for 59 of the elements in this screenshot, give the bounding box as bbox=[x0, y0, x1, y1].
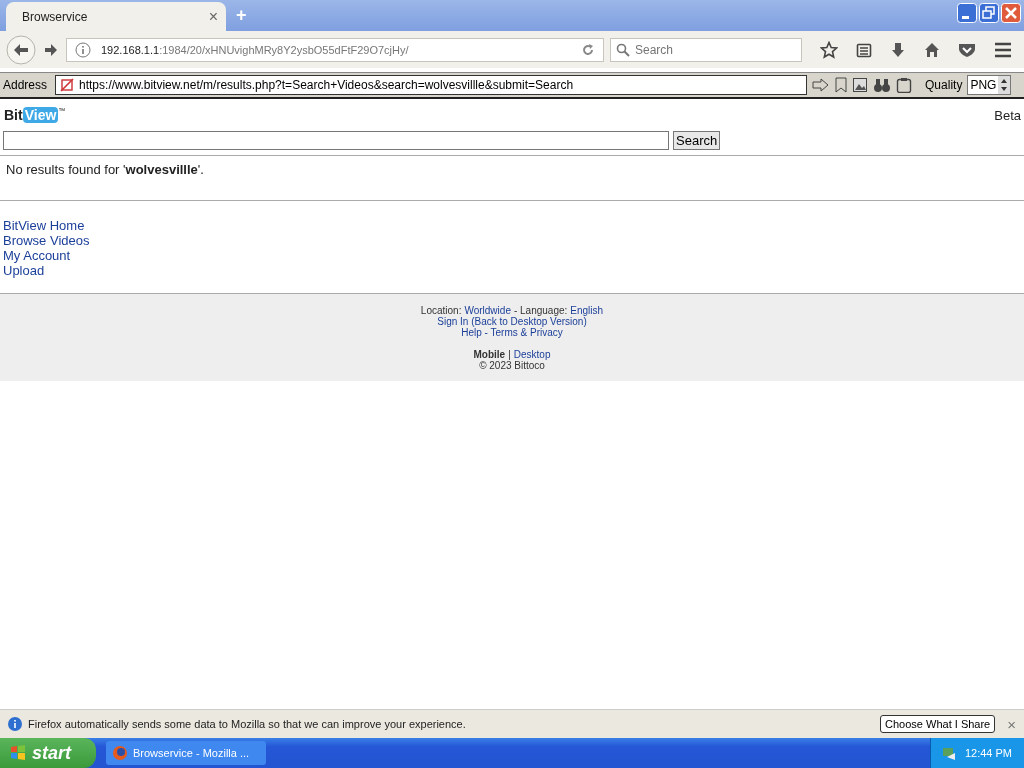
clipboard-icon[interactable] bbox=[896, 77, 913, 93]
restore-icon[interactable] bbox=[979, 3, 999, 23]
firefox-icon bbox=[112, 745, 128, 761]
footer-link[interactable]: Desktop bbox=[513, 349, 551, 360]
search-icon bbox=[616, 42, 630, 57]
star-icon[interactable] bbox=[820, 40, 838, 59]
shield-icon[interactable] bbox=[958, 41, 976, 58]
reload-icon[interactable] bbox=[581, 42, 595, 57]
footer-link[interactable]: Worldwide bbox=[464, 305, 511, 316]
no-results-message: No results found for 'wolvesvillle'. bbox=[6, 162, 204, 177]
url-host: 192.168.1.1 bbox=[101, 43, 160, 56]
network-icon[interactable] bbox=[940, 745, 957, 761]
url-path: :1984/20/xHNUvighMRy8Y2ysbO55dFtF29O7cjHy/ bbox=[159, 43, 409, 56]
broken-lock-icon bbox=[60, 78, 75, 92]
info-icon[interactable] bbox=[75, 41, 91, 58]
search-input[interactable] bbox=[3, 131, 669, 150]
notification-text: Firefox automatically sends some data to Mozilla so that we can improve your experience. bbox=[28, 718, 467, 730]
footer-text: © 2023 Bittoco bbox=[479, 360, 545, 371]
footer-link[interactable]: Help - Terms & Privacy bbox=[461, 327, 563, 338]
arrow-right-icon[interactable] bbox=[812, 78, 831, 92]
browser-tab[interactable]: Browservice × bbox=[6, 2, 226, 31]
footer-text: | bbox=[508, 349, 511, 360]
footer-text: Location: bbox=[420, 305, 462, 316]
taskbar-item[interactable]: Browservice - Mozilla ... bbox=[106, 741, 266, 765]
address-text: https://www.bitview.net/m/results.php?t=Search+Videos&search=wolvesvillle&submit=Search bbox=[79, 78, 574, 92]
image-icon[interactable] bbox=[852, 77, 869, 93]
minimize-icon[interactable] bbox=[957, 3, 977, 23]
nav-link[interactable]: Browse Videos bbox=[3, 233, 90, 248]
choose-share-button[interactable]: Choose What I Share bbox=[880, 715, 996, 733]
home-icon[interactable] bbox=[924, 41, 940, 58]
close-tab-button[interactable]: × bbox=[208, 7, 218, 26]
close-notification-button[interactable]: × bbox=[1007, 715, 1016, 733]
nav-link[interactable]: BitView Home bbox=[3, 218, 85, 233]
address-field[interactable]: https://www.bitview.net/m/results.php?t=Search+Videos&search=wolvesvillle&submit=Search bbox=[55, 75, 808, 95]
quality-label: Quality bbox=[925, 78, 963, 92]
spinner-arrows-icon[interactable] bbox=[998, 76, 1011, 94]
search-button[interactable]: Search bbox=[673, 131, 721, 150]
info-icon bbox=[8, 717, 22, 731]
footer-text: - Language: bbox=[513, 305, 568, 316]
beta-label: Beta bbox=[994, 107, 1021, 123]
clock: 12:44 PM bbox=[964, 747, 1012, 759]
nav-link[interactable]: My Account bbox=[3, 248, 71, 263]
quality-spinner[interactable]: PNG bbox=[967, 75, 1012, 95]
menu-icon[interactable] bbox=[994, 41, 1012, 58]
windows-flag-icon bbox=[10, 745, 26, 761]
search-field[interactable]: Search bbox=[610, 37, 802, 62]
nav-link[interactable]: Upload bbox=[3, 263, 45, 278]
address-label: Address bbox=[2, 78, 49, 92]
download-icon[interactable] bbox=[890, 41, 906, 58]
close-icon[interactable] bbox=[1001, 3, 1021, 23]
binoculars-icon[interactable] bbox=[873, 77, 892, 93]
url-field[interactable]: 192.168.1.1:1984/20/xHNUvighMRy8Y2ysbO55dFtF29O7cjHy/ bbox=[66, 37, 604, 62]
back-icon[interactable] bbox=[6, 34, 36, 65]
footer-link[interactable]: English bbox=[570, 305, 604, 316]
bookmark-icon[interactable] bbox=[835, 77, 848, 93]
footer-label: Mobile bbox=[473, 349, 506, 360]
logo-text[interactable]: Bit bbox=[4, 107, 23, 123]
list-icon[interactable] bbox=[856, 41, 872, 58]
footer-link[interactable]: Sign In (Back to Desktop Version) bbox=[437, 316, 587, 327]
